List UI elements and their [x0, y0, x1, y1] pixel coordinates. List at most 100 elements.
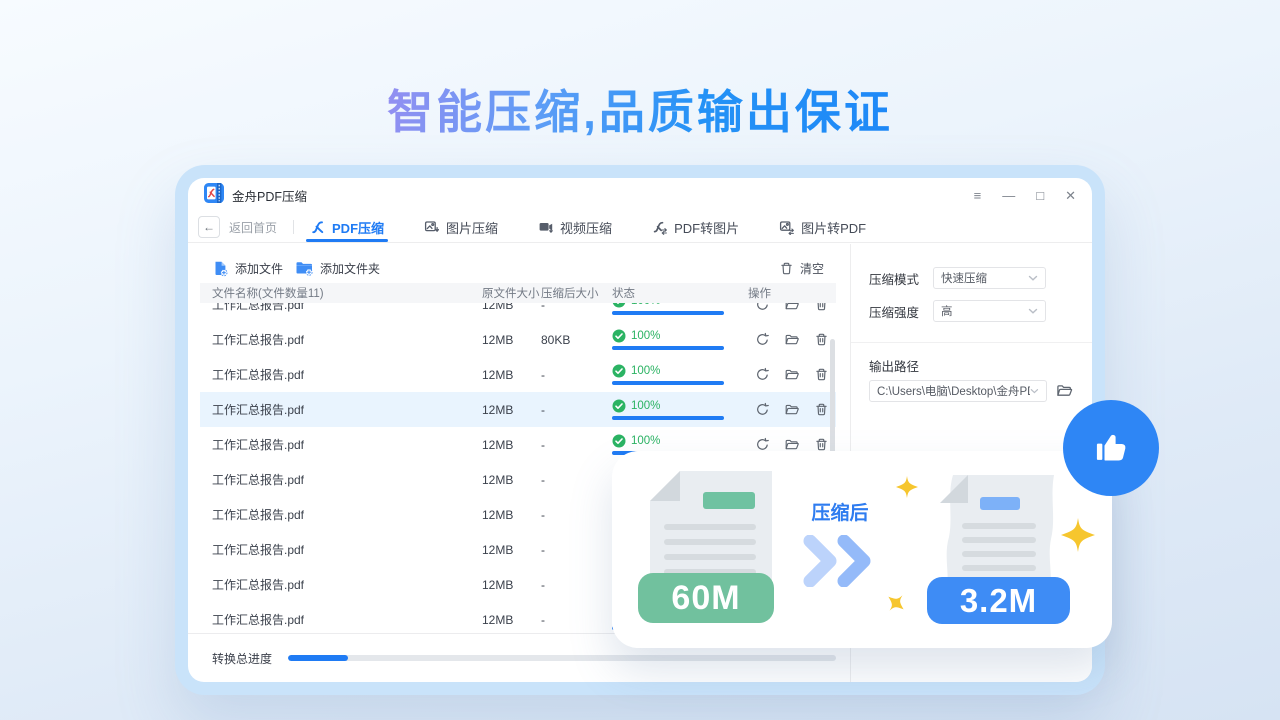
back-arrow-icon: ← [203, 220, 215, 234]
file-name: 工作汇总报告.pdf [200, 366, 482, 383]
add-file-icon [212, 260, 229, 277]
tabs: PDF压缩 图片压缩 视频压缩 [310, 212, 866, 242]
retry-icon[interactable] [755, 402, 770, 417]
sparkle-icon [1061, 518, 1095, 552]
sparkle-icon [896, 476, 918, 498]
compressed-size: - [541, 368, 612, 382]
original-size: 12MB [482, 368, 541, 382]
add-file-button[interactable]: 添加文件 [212, 260, 283, 277]
table-header: 文件名称(文件数量11) 原文件大小 压缩后大小 状态 操作 [200, 283, 836, 303]
double-chevron-icon [802, 535, 882, 587]
promo-card: 60M 压缩后 3.2M [612, 451, 1112, 648]
open-folder-icon[interactable] [784, 367, 800, 382]
file-name: 工作汇总报告.pdf [200, 436, 482, 453]
add-folder-button[interactable]: 添加文件夹 [295, 260, 380, 277]
original-size: 12MB [482, 613, 541, 627]
open-folder-icon[interactable] [784, 437, 800, 452]
compress-strength-select[interactable]: 高 [933, 300, 1046, 322]
original-size: 12MB [482, 438, 541, 452]
compress-mode-row: 压缩模式 快速压缩 [869, 267, 1046, 289]
actions-cell [748, 402, 836, 417]
delete-icon[interactable] [814, 367, 829, 382]
chevron-down-icon [1028, 307, 1038, 315]
check-circle-icon [612, 329, 626, 343]
file-name: 工作汇总报告.pdf [200, 506, 482, 523]
compress-mode-label: 压缩模式 [869, 269, 919, 288]
file-name: 工作汇总报告.pdf [200, 611, 482, 628]
size-after-badge: 3.2M [927, 577, 1070, 624]
chevron-down-icon [1028, 274, 1038, 282]
original-size: 12MB [482, 578, 541, 592]
close-icon[interactable]: ✕ [1065, 189, 1076, 202]
check-circle-icon [612, 399, 626, 413]
file-name: 工作汇总报告.pdf [200, 576, 482, 593]
tab-image-compress[interactable]: 图片压缩 [424, 212, 498, 242]
original-size: 12MB [482, 403, 541, 417]
tab-pdf-to-image[interactable]: PDF转图片 [652, 212, 739, 242]
retry-icon[interactable] [755, 332, 770, 347]
open-folder-icon[interactable] [784, 332, 800, 347]
minimize-icon[interactable]: — [1002, 189, 1015, 202]
check-circle-icon [612, 364, 626, 378]
delete-icon[interactable] [814, 437, 829, 452]
folder-icon [1055, 382, 1074, 399]
thumbs-up-icon [1085, 422, 1137, 474]
compressed-size: - [541, 403, 612, 417]
table-row[interactable]: 工作汇总报告.pdf12MB-100% [200, 392, 836, 427]
divider [851, 342, 1092, 343]
table-row[interactable]: 工作汇总报告.pdf12MB-100% [200, 357, 836, 392]
back-button[interactable]: ← [198, 216, 220, 238]
toolbar: 添加文件 添加文件夹 清空 [200, 250, 838, 286]
compress-strength-row: 压缩强度 高 [869, 300, 1046, 322]
compress-mode-select[interactable]: 快速压缩 [933, 267, 1046, 289]
tab-video-compress[interactable]: 视频压缩 [538, 212, 612, 242]
compressed-size: - [541, 473, 612, 487]
pdf-compress-icon [310, 219, 326, 235]
image-compress-icon [424, 219, 440, 235]
tab-image-to-pdf[interactable]: 图片转PDF [779, 212, 866, 242]
window-controls: ≡ — □ ✕ [974, 189, 1076, 202]
delete-icon[interactable] [814, 402, 829, 417]
compressed-size: - [541, 578, 612, 592]
size-before-badge: 60M [638, 573, 774, 623]
row-progress-bar [612, 416, 724, 420]
browse-folder-button[interactable] [1055, 382, 1074, 404]
file-name: 工作汇总报告.pdf [200, 541, 482, 558]
retry-icon[interactable] [755, 367, 770, 382]
add-folder-icon [295, 260, 314, 276]
open-folder-icon[interactable] [784, 402, 800, 417]
retry-icon[interactable] [755, 437, 770, 452]
tab-pdf-compress[interactable]: PDF压缩 [310, 212, 384, 242]
back-home-link[interactable]: 返回首页 [229, 219, 277, 236]
original-size: 12MB [482, 473, 541, 487]
total-progress-fill [288, 655, 348, 661]
check-circle-icon [612, 434, 626, 448]
chevron-down-icon [1030, 387, 1039, 395]
output-path-select[interactable]: C:\Users\电脑\Desktop\金舟PDF... [869, 380, 1047, 402]
compressed-size: - [541, 438, 612, 452]
menu-icon[interactable]: ≡ [974, 189, 982, 202]
image-to-pdf-icon [779, 219, 795, 235]
actions-cell [748, 367, 836, 382]
compressed-size: - [541, 543, 612, 557]
compressed-after-label: 压缩后 [800, 498, 880, 525]
file-name: 工作汇总报告.pdf [200, 471, 482, 488]
file-name: 工作汇总报告.pdf [200, 331, 482, 348]
compressed-size: - [541, 508, 612, 522]
output-path-label: 输出路径 [869, 356, 919, 375]
hero-banner: 智能压缩,品质输出保证 [0, 76, 1280, 142]
tab-bar: ← 返回首页 PDF压缩 图片压缩 [188, 212, 1092, 243]
clear-all-button[interactable]: 清空 [779, 260, 824, 277]
video-compress-icon [538, 219, 554, 235]
delete-icon[interactable] [814, 332, 829, 347]
table-row[interactable]: 工作汇总报告.pdf12MB80KB100% [200, 322, 836, 357]
trash-icon [779, 261, 794, 276]
status-cell: 100% [612, 399, 748, 420]
window-titlebar: 金舟PDF压缩 ≡ — □ ✕ [188, 178, 1092, 212]
progress-percent: 100% [631, 400, 660, 412]
maximize-icon[interactable]: □ [1036, 189, 1044, 202]
total-progress-track [288, 655, 836, 661]
actions-cell [748, 437, 836, 452]
sparkle-icon [882, 589, 910, 617]
actions-cell [748, 332, 836, 347]
